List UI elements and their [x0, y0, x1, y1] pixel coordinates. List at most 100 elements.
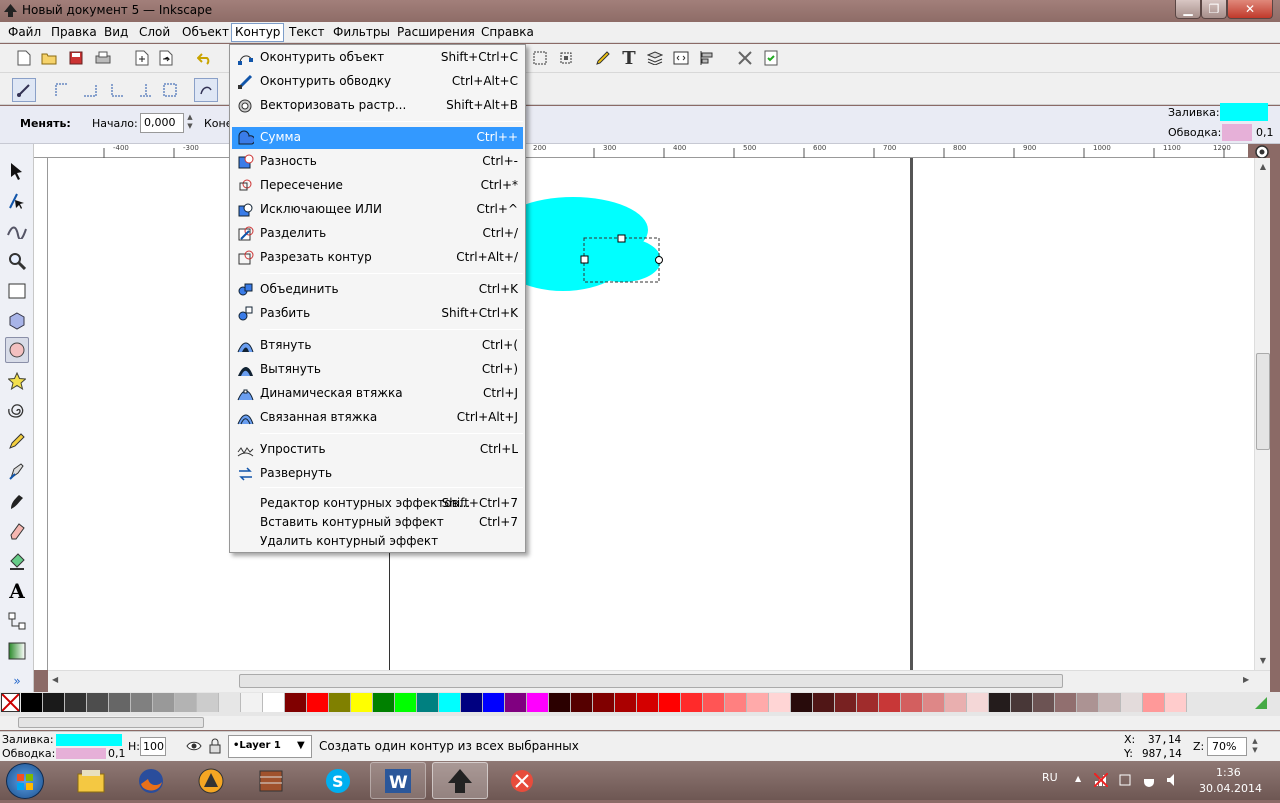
snap-bbox-center-icon[interactable]	[160, 80, 180, 100]
no-paint-icon[interactable]	[1, 693, 20, 712]
menu-item-difference[interactable]: Разность Ctrl+-	[232, 151, 523, 173]
word-taskbar-icon[interactable]: W	[370, 762, 426, 799]
palette-swatch[interactable]	[1099, 693, 1121, 712]
horizontal-scrollbar[interactable]: ◀ ▶	[48, 670, 1270, 692]
palette-swatch[interactable]	[549, 693, 571, 712]
menu-view[interactable]: Вид	[104, 25, 128, 39]
palette-swatch[interactable]	[285, 693, 307, 712]
menu-filters[interactable]: Фильтры	[333, 25, 390, 39]
save-icon[interactable]	[66, 48, 86, 68]
scroll-right-icon[interactable]: ▶	[1243, 675, 1249, 684]
print-icon[interactable]	[93, 48, 113, 68]
node-tool-icon[interactable]	[5, 188, 29, 214]
palette-swatch[interactable]	[571, 693, 593, 712]
firefox-taskbar-icon[interactable]	[123, 762, 179, 799]
zoom-spinner[interactable]: ▲ ▼	[1250, 737, 1260, 757]
menu-path[interactable]: Контур	[231, 23, 285, 42]
menu-item-cut-path[interactable]: Разрезать контур Ctrl+Alt+/	[232, 247, 523, 269]
palette-swatch[interactable]	[461, 693, 483, 712]
new-document-icon[interactable]	[14, 48, 34, 68]
palette-swatch[interactable]	[263, 693, 285, 712]
scroll-left-icon[interactable]: ◀	[52, 675, 58, 684]
snipping-tool-taskbar-icon[interactable]	[494, 762, 550, 799]
status-stroke-swatch[interactable]	[56, 748, 106, 759]
layers-icon[interactable]	[645, 48, 665, 68]
power-tray-icon[interactable]	[1142, 773, 1156, 787]
gradient-tool-icon[interactable]	[5, 638, 29, 664]
palette-swatch[interactable]	[1121, 693, 1143, 712]
close-button[interactable]: ✕	[1227, 0, 1273, 19]
menu-item-object-to-path[interactable]: Оконтурить объект Shift+Ctrl+C	[232, 47, 523, 69]
document-metadata-icon[interactable]	[761, 48, 781, 68]
calligraphy-tool-icon[interactable]	[5, 488, 29, 514]
layer-select[interactable]: •Layer 1 ▼	[228, 735, 312, 758]
inkscape-taskbar-icon[interactable]	[432, 762, 488, 799]
paint-bucket-tool-icon[interactable]	[5, 548, 29, 574]
winrar-taskbar-icon[interactable]	[243, 762, 299, 799]
document-properties-icon[interactable]	[671, 48, 691, 68]
menu-extensions[interactable]: Расширения	[397, 25, 475, 39]
palette-swatch[interactable]	[373, 693, 395, 712]
minimize-button[interactable]: ▁	[1175, 0, 1201, 19]
palette-swatch[interactable]	[637, 693, 659, 712]
snap-bbox-icon[interactable]	[52, 80, 72, 100]
menu-edit[interactable]: Правка	[51, 25, 97, 39]
explorer-taskbar-icon[interactable]	[63, 762, 119, 799]
ellipse-tool-icon[interactable]	[5, 337, 29, 363]
palette-swatch[interactable]	[1165, 693, 1187, 712]
palette-swatch[interactable]	[131, 693, 153, 712]
lock-icon[interactable]	[208, 738, 222, 754]
eraser-tool-icon[interactable]	[5, 518, 29, 544]
pencil-tool-icon[interactable]	[5, 428, 29, 454]
palette-swatch[interactable]	[901, 693, 923, 712]
palette-swatch[interactable]	[813, 693, 835, 712]
maximize-button[interactable]: ❐	[1201, 0, 1227, 19]
menu-item-simplify[interactable]: Упростить Ctrl+L	[232, 439, 523, 461]
snap-nodes-icon[interactable]	[194, 78, 218, 102]
palette-swatch[interactable]	[153, 693, 175, 712]
scroll-down-icon[interactable]: ▼	[1256, 656, 1270, 666]
menu-item-combine[interactable]: Объединить Ctrl+K	[232, 279, 523, 301]
palette-swatch[interactable]	[351, 693, 373, 712]
skype-taskbar-icon[interactable]: S	[310, 762, 366, 799]
menu-item-dynamic-offset[interactable]: Динамическая втяжка Ctrl+J	[232, 383, 523, 405]
volume-tray-icon[interactable]	[1166, 773, 1180, 787]
palette-swatch[interactable]	[659, 693, 681, 712]
snap-bbox-corner-icon[interactable]	[108, 80, 128, 100]
palette-swatch[interactable]	[43, 693, 65, 712]
zoom-input[interactable]: 70%	[1207, 737, 1247, 756]
palette-swatch[interactable]	[1011, 693, 1033, 712]
rectangle-tool-icon[interactable]	[5, 278, 29, 304]
start-input[interactable]: 0,000	[140, 113, 184, 133]
menu-layer[interactable]: Слой	[139, 25, 170, 39]
start-spinner[interactable]: ▲ ▼	[185, 113, 195, 133]
xml-editor-icon[interactable]	[593, 48, 613, 68]
palette-swatch[interactable]	[241, 693, 263, 712]
palette-swatch[interactable]	[1143, 693, 1165, 712]
3d-box-tool-icon[interactable]	[5, 308, 29, 334]
language-indicator[interactable]: RU	[1042, 771, 1058, 784]
menu-help[interactable]: Справка	[481, 25, 534, 39]
snap-enable-icon[interactable]	[12, 78, 36, 102]
open-icon[interactable]	[39, 48, 59, 68]
palette-swatch[interactable]	[417, 693, 439, 712]
text-font-icon[interactable]: T	[619, 48, 639, 69]
menu-item-trace-bitmap[interactable]: Векторизовать растр... Shift+Alt+B	[232, 95, 523, 117]
palette-swatch[interactable]	[769, 693, 791, 712]
export-icon[interactable]	[156, 48, 176, 68]
palette-scrollbar[interactable]	[0, 716, 1280, 730]
preferences-icon[interactable]	[735, 48, 755, 68]
zoom-selection-icon[interactable]	[530, 48, 550, 68]
opacity-input[interactable]: 100	[140, 737, 166, 756]
palette-swatch[interactable]	[65, 693, 87, 712]
palette-swatch[interactable]	[879, 693, 901, 712]
menu-item-path-effect-3[interactable]: Удалить контурный эффект	[232, 531, 523, 550]
palette-swatch[interactable]	[1033, 693, 1055, 712]
undo-icon[interactable]	[195, 48, 215, 68]
pen-tool-icon[interactable]	[5, 458, 29, 484]
menu-item-stroke-to-path[interactable]: Оконтурить обводку Ctrl+Alt+C	[232, 71, 523, 93]
device-tray-icon[interactable]	[1118, 773, 1132, 787]
vertical-scroll-thumb[interactable]	[1256, 353, 1270, 450]
palette-swatch[interactable]	[395, 693, 417, 712]
menu-file[interactable]: Файл	[8, 25, 41, 39]
